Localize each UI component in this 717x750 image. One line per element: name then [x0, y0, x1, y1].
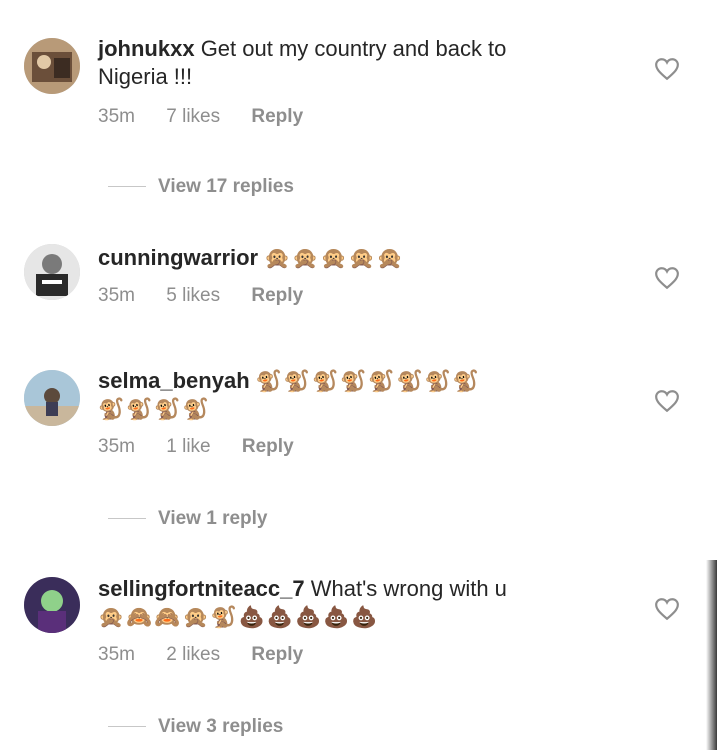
- divider: [108, 726, 146, 728]
- likes-count[interactable]: 7 likes: [166, 106, 220, 127]
- comment-text: selma_benyah 🐒🐒🐒🐒🐒🐒🐒🐒: [98, 367, 618, 395]
- reply-button[interactable]: Reply: [242, 436, 294, 457]
- comment-meta: 35m 5 likes Reply: [98, 284, 618, 308]
- view-replies-button[interactable]: View 17 replies: [108, 176, 294, 198]
- view-replies-button[interactable]: View 1 reply: [108, 508, 268, 530]
- reply-button[interactable]: Reply: [251, 285, 303, 306]
- divider: [108, 518, 146, 520]
- comment-body: Get out my country and back to: [194, 36, 507, 61]
- comment-meta: 35m 7 likes Reply: [98, 105, 618, 129]
- comment-emoji: 🙊🙊🙊🙊🙊: [264, 246, 405, 270]
- divider: [108, 186, 146, 188]
- username[interactable]: johnukxx: [98, 36, 195, 61]
- heart-icon[interactable]: [654, 57, 680, 81]
- view-replies-button[interactable]: View 3 replies: [108, 716, 283, 738]
- username[interactable]: cunningwarrior: [98, 245, 258, 270]
- likes-count[interactable]: 1 like: [166, 436, 210, 457]
- likes-count[interactable]: 5 likes: [166, 285, 220, 306]
- view-replies-label: View 3 replies: [158, 716, 284, 737]
- comment-emoji: 🐒🐒🐒🐒🐒🐒🐒🐒: [255, 369, 481, 393]
- comment-emoji-line2: 🙊🙈🙈🙊🐒💩💩💩💩💩: [98, 605, 380, 629]
- heart-icon[interactable]: [654, 266, 680, 290]
- avatar[interactable]: [24, 370, 80, 426]
- comment-text: sellingfortniteacc_7 What's wrong with u: [98, 575, 618, 603]
- avatar[interactable]: [24, 244, 80, 300]
- avatar-image: [24, 577, 80, 633]
- heart-icon[interactable]: [654, 389, 680, 413]
- comment-text: cunningwarrior 🙊🙊🙊🙊🙊: [98, 244, 618, 272]
- avatar-image: [24, 370, 80, 426]
- screen-edge: [706, 560, 717, 750]
- timestamp: 35m: [98, 106, 135, 127]
- timestamp: 35m: [98, 644, 135, 665]
- comment-text-line2: 🐒🐒🐒🐒: [98, 395, 618, 423]
- view-replies-label: View 1 reply: [158, 508, 268, 529]
- timestamp: 35m: [98, 285, 135, 306]
- reply-button[interactable]: Reply: [251, 106, 303, 127]
- comment-text-line2: Nigeria !!!: [98, 64, 193, 89]
- comment-text: johnukxx Get out my country and back to: [98, 35, 618, 63]
- avatar-image: [24, 244, 80, 300]
- comment-body: What's wrong with u: [304, 576, 507, 601]
- view-replies-label: View 17 replies: [158, 176, 294, 197]
- username[interactable]: selma_benyah: [98, 368, 250, 393]
- timestamp: 35m: [98, 436, 135, 457]
- comment-text-line2: 🙊🙈🙈🙊🐒💩💩💩💩💩: [98, 603, 618, 631]
- avatar[interactable]: [24, 38, 80, 94]
- avatar[interactable]: [24, 577, 80, 633]
- comment-emoji-line2: 🐒🐒🐒🐒: [98, 397, 211, 421]
- likes-count[interactable]: 2 likes: [166, 644, 220, 665]
- avatar-image: [24, 38, 80, 94]
- heart-icon[interactable]: [654, 597, 680, 621]
- comment-meta: 35m 1 like Reply: [98, 435, 618, 459]
- reply-button[interactable]: Reply: [251, 644, 303, 665]
- username[interactable]: sellingfortniteacc_7: [98, 576, 305, 601]
- comment-meta: 35m 2 likes Reply: [98, 643, 618, 667]
